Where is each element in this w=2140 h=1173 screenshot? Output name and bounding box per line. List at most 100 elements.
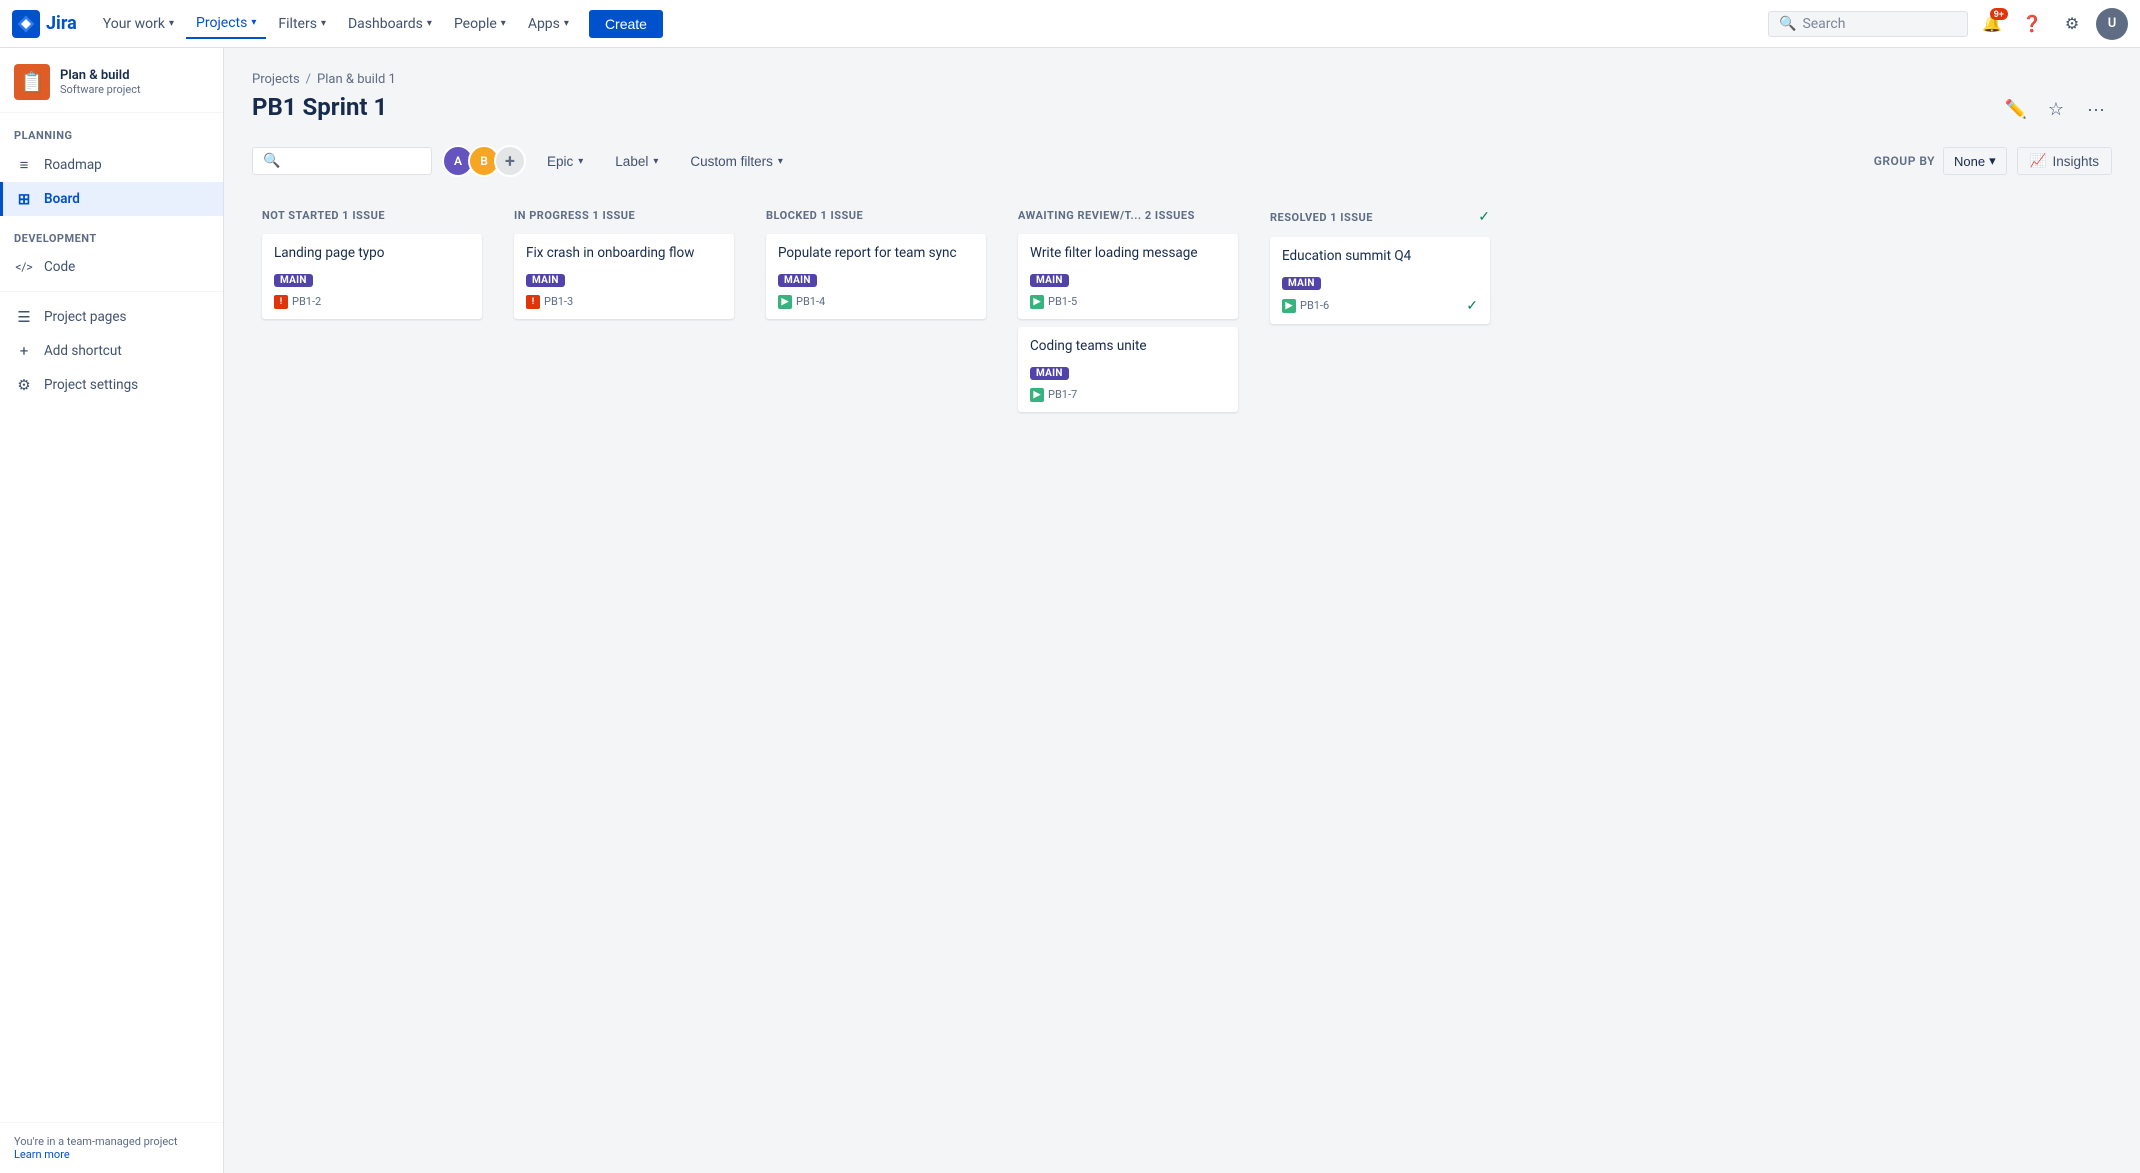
sidebar-item-add-shortcut[interactable]: + Add shortcut (0, 334, 223, 368)
card-id: ▶PB1-6 (1282, 299, 1329, 313)
board-column-resolved: RESOLVED 1 ISSUE✓Education summit Q4MAIN… (1260, 197, 1500, 497)
card-epic: MAIN (1030, 274, 1069, 287)
column-header: RESOLVED 1 ISSUE✓ (1270, 209, 1490, 225)
group-by-control: GROUP BY None ▾ (1874, 147, 2007, 175)
card[interactable]: Fix crash in onboarding flow MAIN !PB1-3 (514, 234, 734, 319)
column-header: IN PROGRESS 1 ISSUE (514, 209, 734, 222)
toolbar: 🔍 A B + Epic ▾ Label ▾ Custom filters ▾ … (252, 145, 2112, 177)
sidebar-item-board[interactable]: ⊞ Board (0, 182, 223, 216)
search-bar[interactable]: 🔍 Search (1768, 11, 1968, 37)
story-icon: ▶ (778, 295, 792, 309)
breadcrumb-separator: / (306, 72, 311, 87)
help-button[interactable]: ❓ (2016, 8, 2048, 40)
user-avatar[interactable]: U (2096, 8, 2128, 40)
chevron-down-icon: ▾ (1989, 153, 1996, 169)
issue-id: PB1-2 (292, 295, 321, 308)
sidebar-item-roadmap[interactable]: ≡ Roadmap (0, 148, 223, 182)
learn-more-link[interactable]: Learn more (14, 1148, 70, 1161)
notifications-button[interactable]: 🔔 9+ (1976, 8, 2008, 40)
card-footer: ▶PB1-6✓ (1282, 298, 1478, 314)
story-icon: ▶ (1030, 295, 1044, 309)
project-name: Plan & build (60, 68, 141, 83)
card-epic: MAIN (1282, 277, 1321, 290)
card[interactable]: Populate report for team syncMAIN▶PB1-4 (766, 234, 986, 319)
board-column-blocked: BLOCKED 1 ISSUEPopulate report for team … (756, 197, 996, 497)
card-footer: !PB1-3 (526, 295, 722, 309)
board-column-in-progress: IN PROGRESS 1 ISSUE Fix crash in onboardi… (504, 197, 744, 497)
board-search-input[interactable] (286, 154, 421, 169)
column-title: IN PROGRESS 1 ISSUE (514, 209, 635, 222)
card-footer: ! PB1-2 (274, 295, 470, 309)
pages-icon: ☰ (14, 308, 34, 326)
issue-id: PB1-5 (1048, 295, 1077, 308)
more-button[interactable]: ··· (2080, 93, 2112, 125)
roadmap-icon: ≡ (14, 156, 34, 174)
breadcrumb-projects[interactable]: Projects (252, 72, 300, 87)
nav-your-work[interactable]: Your work ▾ (93, 10, 184, 38)
page-header: PB1 Sprint 1 ✏️ ☆ ··· (252, 93, 2112, 125)
card[interactable]: Write filter loading messageMAIN▶PB1-5 (1018, 234, 1238, 319)
card-id: !PB1-3 (526, 295, 573, 309)
insights-button[interactable]: 📈 Insights (2017, 147, 2112, 175)
custom-filters[interactable]: Custom filters ▾ (679, 148, 794, 175)
sidebar-item-project-pages[interactable]: ☰ Project pages (0, 300, 223, 334)
settings-button[interactable]: ⚙ (2056, 8, 2088, 40)
nav-dashboards[interactable]: Dashboards ▾ (338, 10, 442, 38)
main-content: Projects / Plan & build 1 PB1 Sprint 1 ✏… (224, 48, 2140, 1173)
add-shortcut-icon: + (14, 342, 34, 360)
avatar-filters: A B + (442, 145, 526, 177)
breadcrumb-project[interactable]: Plan & build 1 (317, 72, 396, 87)
project-icon: 📋 (14, 64, 50, 100)
card-epic: MAIN (274, 274, 313, 287)
breadcrumb: Projects / Plan & build 1 (252, 72, 2112, 87)
chevron-down-icon: ▾ (653, 156, 658, 167)
bug-icon: ! (274, 295, 288, 309)
card[interactable]: Landing page typoMAIN!PB1-2 (262, 234, 482, 319)
column-title: RESOLVED 1 ISSUE (1270, 211, 1373, 224)
search-placeholder: Search (1802, 16, 1845, 32)
settings-icon: ⚙ (14, 376, 34, 394)
card-epic: MAIN (1030, 367, 1069, 380)
nav-filters[interactable]: Filters ▾ (268, 10, 336, 38)
top-navigation: Jira Your work ▾ Projects ▾ Filters ▾ Da… (0, 0, 2140, 48)
card-footer: ▶ PB1-4 (778, 295, 974, 309)
board-search[interactable]: 🔍 (252, 147, 432, 175)
chevron-down-icon: ▾ (564, 18, 569, 29)
chevron-down-icon: ▾ (321, 18, 326, 29)
sidebar-footer: You're in a team-managed project Learn m… (0, 1122, 223, 1173)
topnav-right-actions: 🔍 Search 🔔 9+ ❓ ⚙ U (1768, 8, 2128, 40)
card-title: Fix crash in onboarding flow (526, 244, 722, 263)
issue-id: PB1-7 (1048, 388, 1077, 401)
epic-filter[interactable]: Epic ▾ (536, 148, 594, 175)
development-section-label: DEVELOPMENT (0, 216, 223, 251)
label-filter[interactable]: Label ▾ (604, 148, 669, 175)
add-avatar-filter[interactable]: + (494, 145, 526, 177)
edit-button[interactable]: ✏️ (2000, 93, 2032, 125)
star-button[interactable]: ☆ (2040, 93, 2072, 125)
card[interactable]: Education summit Q4MAIN▶PB1-6✓ (1270, 237, 1490, 324)
board-column-awaiting-review: AWAITING REVIEW/T... 2 ISSUESWrite filte… (1008, 197, 1248, 497)
card-epic: MAIN (526, 274, 565, 287)
group-by-select[interactable]: None ▾ (1943, 147, 2007, 175)
sidebar-item-code[interactable]: </> Code (0, 251, 223, 283)
sidebar-project-header: 📋 Plan & build Software project (0, 48, 223, 113)
jira-logo[interactable]: Jira (12, 10, 77, 38)
issue-id: PB1-6 (1300, 299, 1329, 312)
page-actions: ✏️ ☆ ··· (2000, 93, 2112, 125)
nav-apps[interactable]: Apps ▾ (518, 10, 579, 38)
card[interactable]: Coding teams uniteMAIN▶PB1-7 (1018, 327, 1238, 412)
card-id: ! PB1-2 (274, 295, 321, 309)
create-button[interactable]: Create (589, 10, 663, 38)
insights-chart-icon: 📈 (2030, 153, 2047, 169)
card-id: ▶ PB1-4 (778, 295, 825, 309)
nav-projects[interactable]: Projects ▾ (186, 9, 266, 39)
sidebar-item-project-settings[interactable]: ⚙ Project settings (0, 368, 223, 402)
chevron-down-icon: ▾ (251, 17, 256, 28)
column-title: BLOCKED 1 ISSUE (766, 209, 863, 222)
group-by-label: GROUP BY (1874, 154, 1935, 168)
nav-people[interactable]: People ▾ (444, 10, 516, 38)
project-type: Software project (60, 83, 141, 96)
issue-id: PB1-4 (796, 295, 825, 308)
column-title: NOT STARTED 1 ISSUE (262, 209, 385, 222)
card-epic: MAIN (778, 274, 817, 287)
